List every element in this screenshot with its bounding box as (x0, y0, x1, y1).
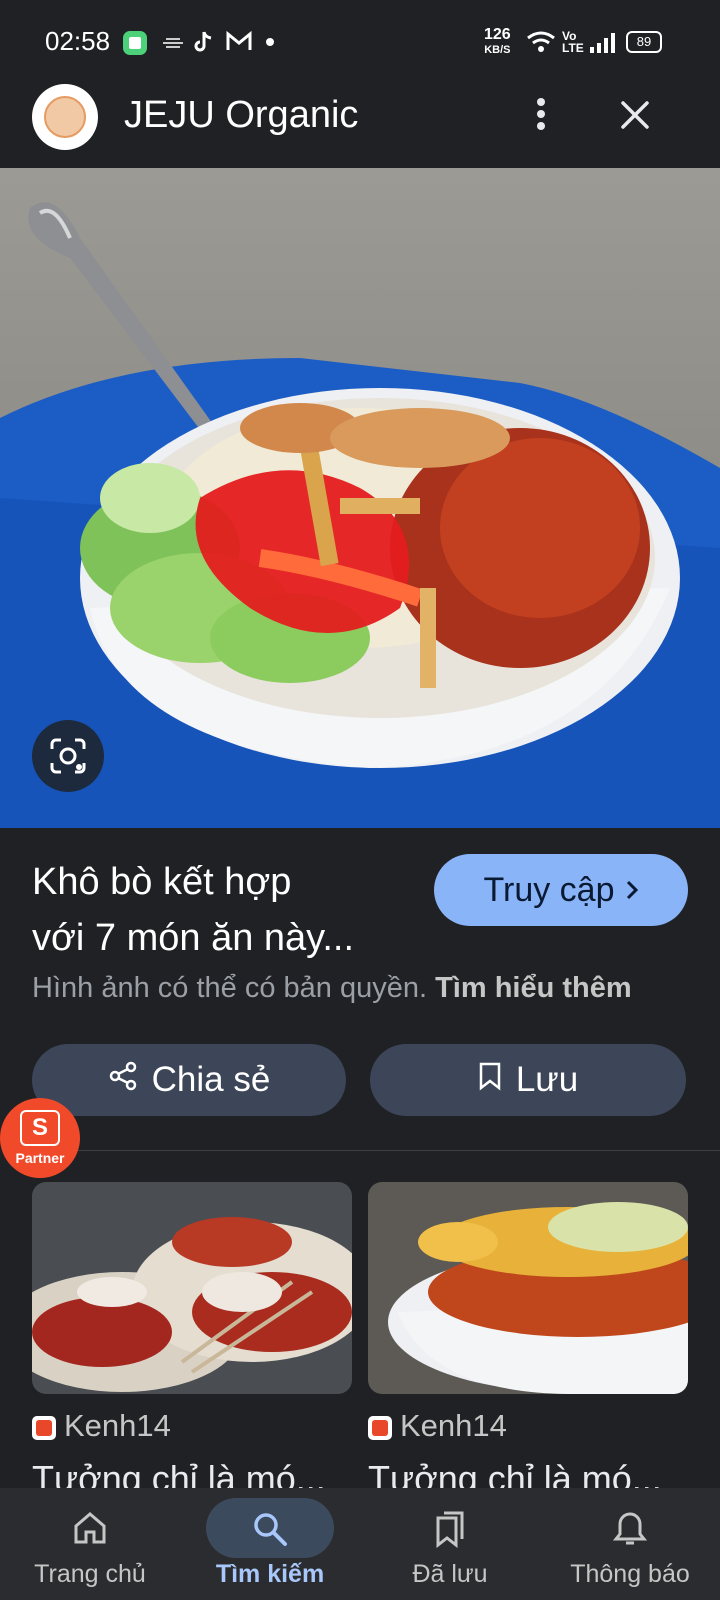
network-speed-value: 126 (484, 26, 511, 43)
chevron-right-icon (625, 871, 639, 910)
result-headline: Khô bò kết hợp với 7 món ăn này... (32, 854, 412, 966)
bell-icon (612, 1510, 648, 1553)
headline-line-1: Khô bò kết hợp (32, 861, 292, 903)
related-thumbnail[interactable] (32, 1182, 352, 1394)
nav-item-notifications[interactable]: Thông báo (540, 1488, 720, 1600)
result-image[interactable] (0, 168, 720, 828)
bookmarks-icon (432, 1510, 468, 1553)
nav-item-search[interactable]: Tìm kiếm (180, 1488, 360, 1600)
source-favicon (32, 1416, 56, 1440)
source-name: Kenh14 (64, 1408, 171, 1443)
save-button[interactable]: Lưu (370, 1044, 686, 1116)
nav-item-home[interactable]: Trang chủ (0, 1488, 180, 1600)
battery-level: 89 (636, 34, 652, 49)
share-icon (108, 1060, 138, 1100)
source-name: Kenh14 (400, 1408, 507, 1443)
partner-badge[interactable]: S Partner (0, 1098, 80, 1178)
bookmark-icon (478, 1060, 502, 1100)
copyright-notice: Hình ảnh có thể có bản quyền. Tìm hiểu t… (32, 972, 632, 1005)
site-logo[interactable] (32, 84, 98, 150)
app-header (0, 70, 720, 168)
network-speed: 126 KB/S (484, 26, 511, 57)
divider (32, 1150, 720, 1151)
lens-button[interactable] (32, 720, 104, 792)
source-favicon (368, 1416, 392, 1440)
visit-button[interactable]: Truy cập (434, 854, 688, 926)
save-label: Lưu (515, 1060, 579, 1099)
visit-label: Truy cập (483, 870, 615, 909)
share-button[interactable]: Chia sẻ (32, 1044, 346, 1116)
signal-icon (588, 32, 618, 59)
partner-label: Partner (15, 1150, 65, 1166)
network-speed-unit: KB/S (484, 44, 511, 56)
related-thumbnail[interactable] (368, 1182, 688, 1394)
dot-icon (266, 38, 274, 46)
share-label: Chia sẻ (151, 1060, 271, 1099)
volte-indicator: Vo LTE (562, 30, 584, 54)
nav-item-saved[interactable]: Đã lưu (360, 1488, 540, 1600)
more-vert-icon[interactable] (526, 94, 556, 139)
app-icon (122, 30, 148, 56)
shopee-icon: S (20, 1110, 60, 1146)
tiktok-icon (192, 30, 216, 54)
nav-label-saved: Đã lưu (412, 1560, 488, 1588)
battery-icon: 89 (626, 31, 662, 53)
headline-line-2: với 7 món ăn này... (32, 917, 355, 959)
learn-more-link[interactable]: Tìm hiểu thêm (435, 972, 632, 1004)
volte-bottom: LTE (562, 41, 584, 55)
wifi-icon (526, 30, 556, 59)
weather-icon (160, 30, 184, 54)
nav-label-search: Tìm kiếm (215, 1560, 325, 1588)
gmail-icon (226, 30, 252, 54)
nav-label-notifications: Thông báo (570, 1560, 690, 1588)
status-time: 02:58 (45, 26, 111, 56)
status-bar: 02:58 126 KB/S Vo LTE 89 (0, 0, 720, 70)
close-icon[interactable] (618, 98, 652, 137)
lens-icon (49, 737, 87, 780)
copyright-text: Hình ảnh có thể có bản quyền. (32, 972, 428, 1004)
page-title: JEJU Organic (124, 94, 359, 136)
home-icon (72, 1510, 108, 1551)
nav-label-home: Trang chủ (34, 1560, 146, 1588)
search-icon (251, 1510, 289, 1553)
